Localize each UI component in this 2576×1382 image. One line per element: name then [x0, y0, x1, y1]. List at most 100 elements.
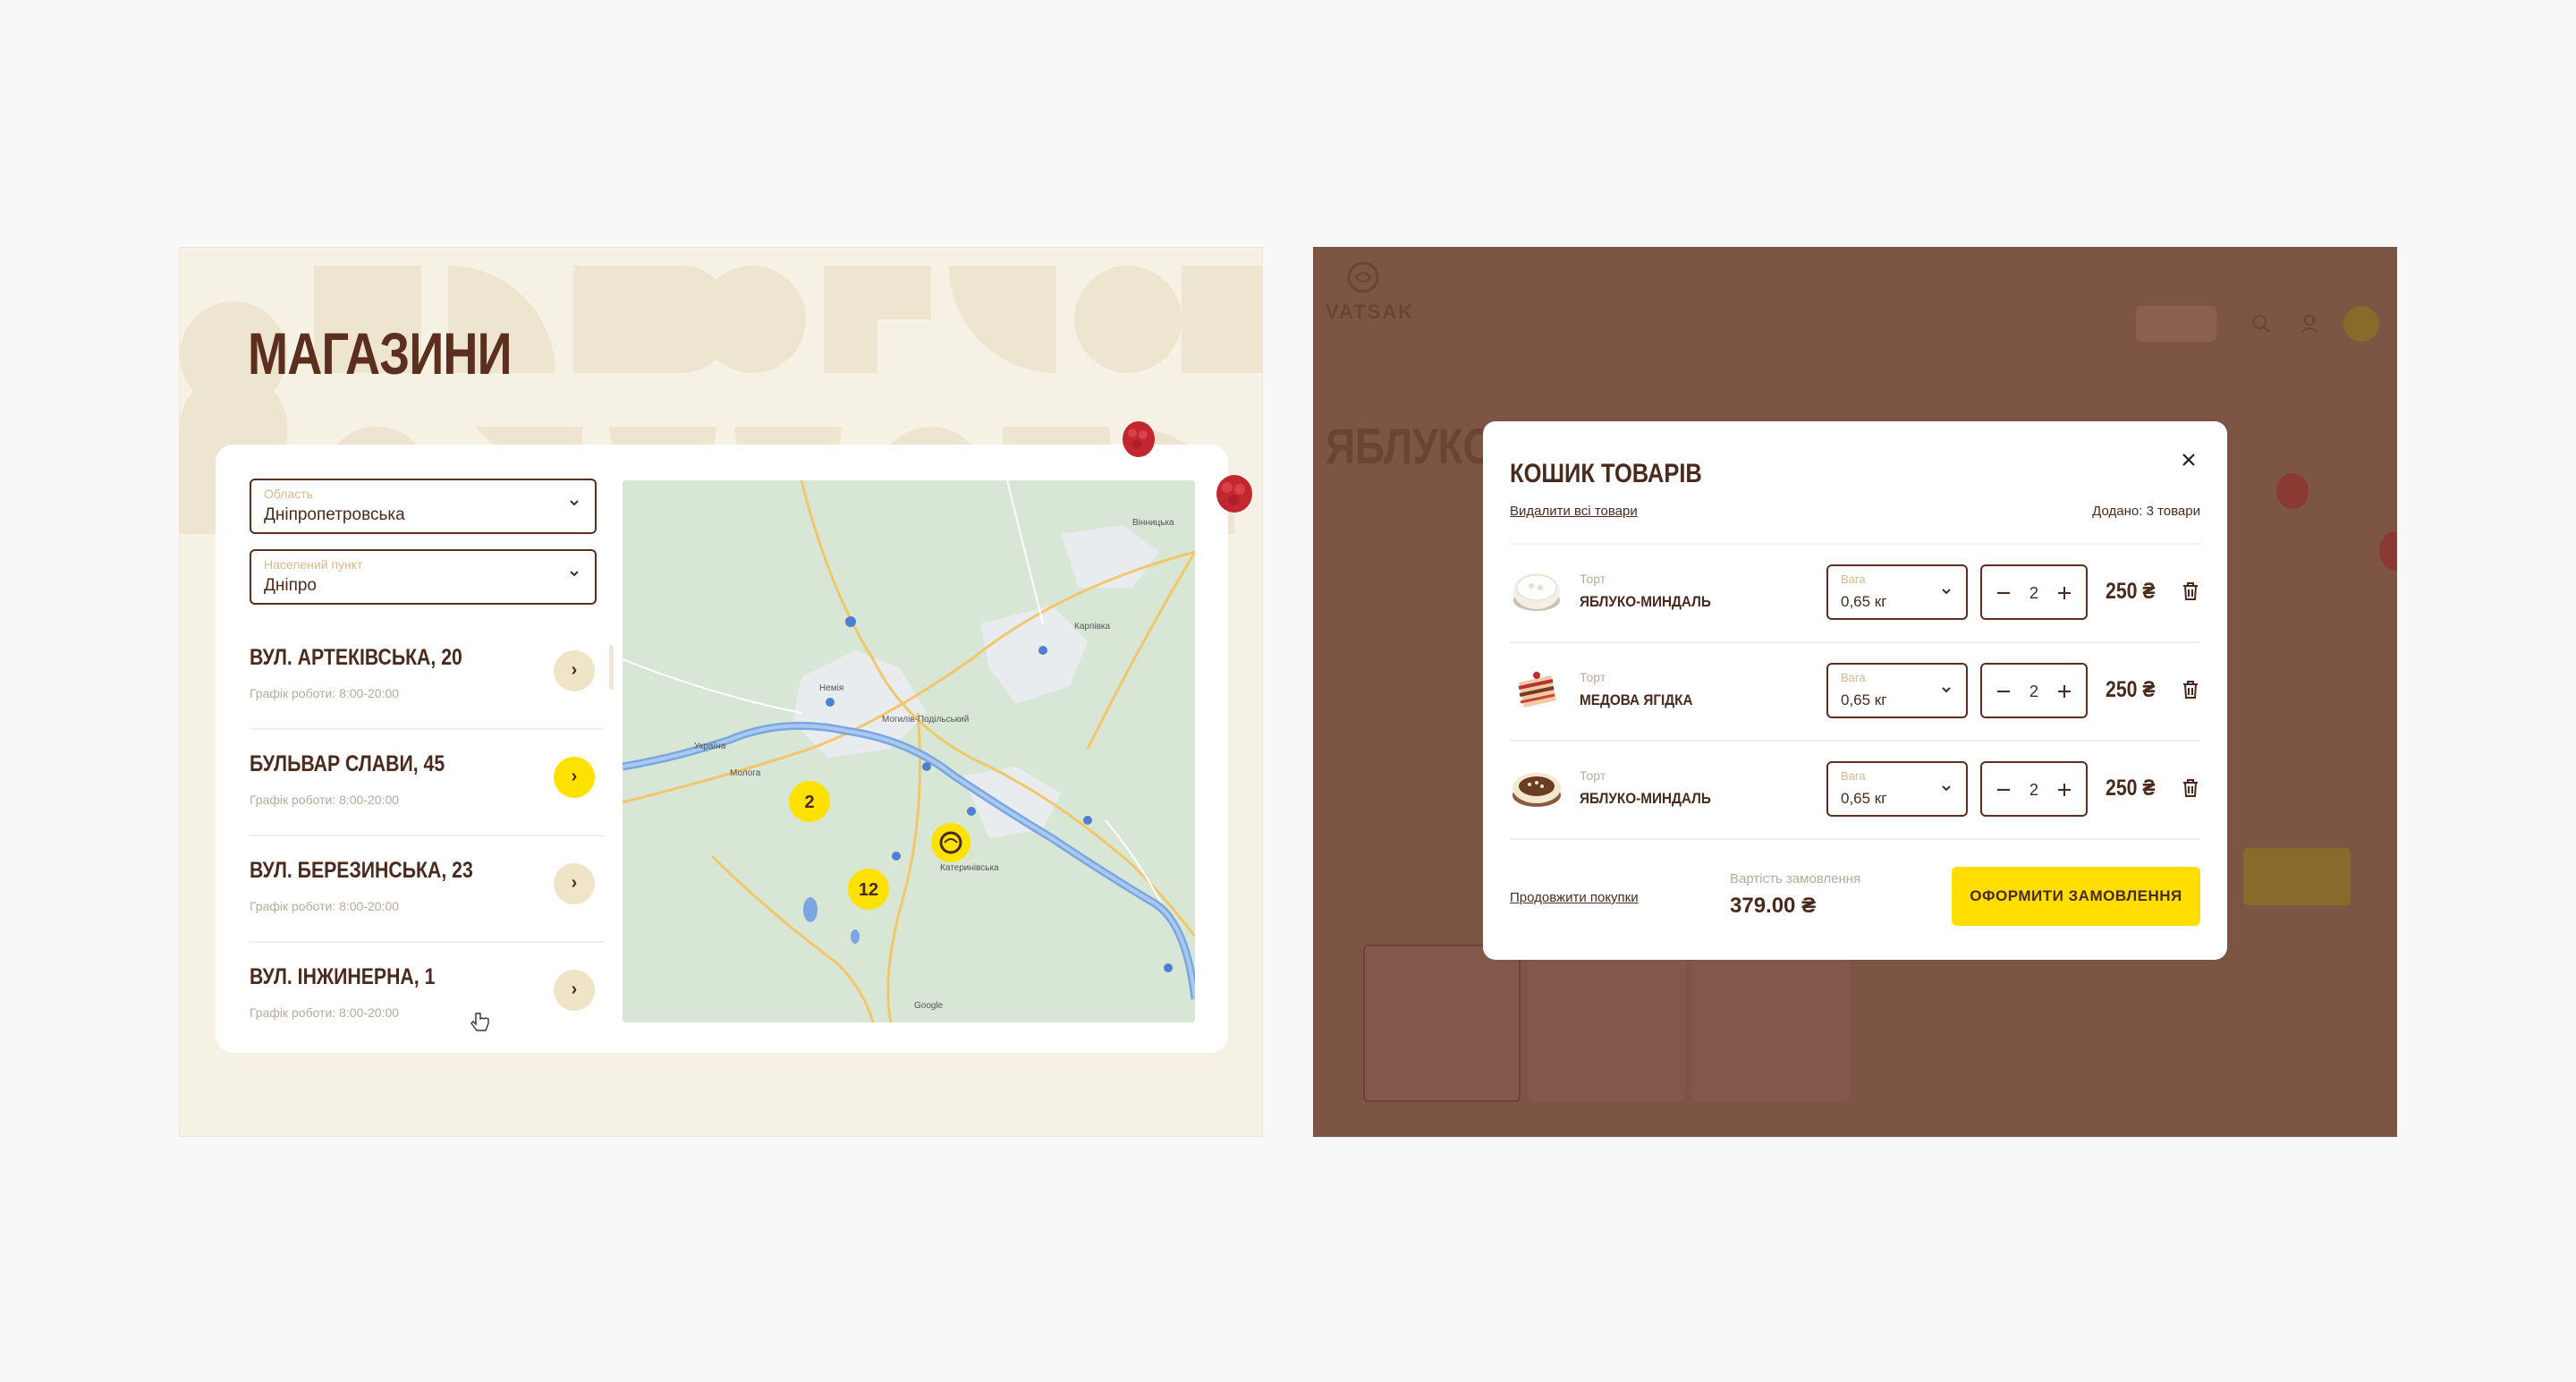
store-name: БУЛЬВАР СЛАВИ, 45 [250, 751, 445, 776]
dimmed-add-button [2243, 848, 2351, 905]
weight-label: Вага [1841, 572, 1866, 586]
plus-icon[interactable] [2055, 683, 2073, 700]
arrow-right-icon[interactable]: › [554, 650, 595, 691]
logo-icon [1347, 261, 1379, 293]
region-value: Дніпропетровська [264, 505, 405, 524]
cart-item: Торт ЯБЛУКО-МИНДАЛЬ Вага 0,65 кг 2 250 ₴ [1510, 740, 2200, 838]
raspberry-icon [2379, 531, 2397, 571]
store-hours: Графік роботи: 8:00-20:00 [250, 793, 400, 807]
weight-select[interactable]: Вага 0,65 кг [1826, 663, 1968, 718]
quantity-stepper: 2 [1980, 564, 2088, 620]
cake-type: Торт [1580, 572, 1606, 586]
close-icon[interactable] [2177, 448, 2200, 471]
total-label: Вартість замовлення [1730, 871, 1861, 886]
logo: VATSAK [1326, 301, 1415, 323]
cake-image [1518, 672, 1556, 708]
weight-label: Вага [1841, 769, 1866, 783]
cluster-count: 12 [859, 880, 878, 900]
total-value: 379.00 ₴ [1730, 894, 1817, 918]
store-list-scrollbar[interactable] [609, 645, 614, 690]
cart-item: Торт ЯБЛУКО-МИНДАЛЬ Вага 0,65 кг 2 250 ₴ [1510, 543, 2200, 641]
store-name: ВУЛ. ІНЖИНЕРНА, 1 [250, 964, 436, 989]
continue-shopping-link[interactable]: Продовжити покупки [1510, 890, 1639, 905]
item-price: 250 ₴ [2106, 776, 2156, 801]
cake-type: Торт [1580, 768, 1606, 783]
items-count: Додано: 3 товари [2092, 504, 2200, 519]
gallery-thumb [1528, 945, 1685, 1102]
search-icon [2252, 315, 2270, 333]
weight-value: 0,65 кг [1841, 691, 1887, 708]
cart-modal: КОШИК ТОВАРІВ Видалити всі товари Додано… [1483, 421, 2227, 960]
stores-panel: МАГАЗИНИ Область Дніпропетровська Населе… [179, 247, 1263, 1137]
weight-label: Вага [1841, 671, 1866, 684]
map-label: Україна [694, 742, 726, 751]
map-label: Катеринівська [940, 863, 999, 873]
quantity-stepper: 2 [1980, 761, 2088, 817]
stores-card: Область Дніпропетровська Населений пункт… [216, 445, 1228, 1053]
raspberry-icon [1216, 475, 1252, 513]
map-label: Вінницька [1132, 518, 1174, 528]
store-item[interactable]: ВУЛ. БЕРЕЗИНСЬКА, 23 Графік роботи: 8:00… [250, 836, 604, 943]
chevron-down-icon [1942, 589, 1951, 595]
city-value: Дніпро [264, 576, 318, 595]
city-select[interactable]: Населений пункт Дніпро [250, 549, 597, 605]
cart-item: Торт МЕДОВА ЯГІДКА Вага 0,65 кг 2 250 ₴ [1510, 641, 2200, 740]
raspberry-icon [2276, 473, 2309, 509]
trash-icon[interactable] [2181, 777, 2200, 799]
dimmed-button [2136, 306, 2216, 342]
trash-icon[interactable] [2181, 679, 2200, 700]
map-cluster[interactable]: 12 [848, 869, 889, 910]
map-label: Карпівка [1074, 622, 1110, 632]
store-item[interactable]: ВУЛ. АРТЕКІВСЬКА, 20 Графік роботи: 8:00… [250, 623, 604, 730]
store-item[interactable]: БУЛЬВАР СЛАВИ, 45 Графік роботи: 8:00-20… [250, 730, 604, 836]
cart-icon [2343, 306, 2379, 342]
cart-title: КОШИК ТОВАРІВ [1510, 459, 1702, 488]
item-price: 250 ₴ [2106, 677, 2156, 702]
map-pin-icon[interactable] [931, 823, 970, 862]
plus-icon[interactable] [2055, 584, 2073, 602]
cake-name: ЯБЛУКО-МИНДАЛЬ [1580, 790, 1711, 807]
weight-select[interactable]: Вага 0,65 кг [1826, 564, 1968, 620]
remove-all-link[interactable]: Видалити всі товари [1510, 504, 1638, 519]
quantity-stepper: 2 [1980, 663, 2088, 718]
map-label: Могилів-Подільський [882, 715, 969, 725]
user-icon [2301, 315, 2318, 334]
weight-value: 0,65 кг [1841, 593, 1887, 610]
map-label: Google [914, 1001, 944, 1011]
cake-image [1513, 773, 1561, 807]
region-label: Область [264, 487, 313, 501]
arrow-right-icon[interactable]: › [554, 757, 595, 798]
chevron-down-icon [570, 500, 579, 506]
store-list: ВУЛ. АРТЕКІВСЬКА, 20 Графік роботи: 8:00… [250, 623, 604, 1044]
store-name: ВУЛ. БЕРЕЗИНСЬКА, 23 [250, 858, 473, 883]
cake-name: ЯБЛУКО-МИНДАЛЬ [1580, 593, 1711, 610]
region-select[interactable]: Область Дніпропетровська [250, 479, 597, 534]
city-label: Населений пункт [264, 557, 363, 572]
arrow-right-icon[interactable]: › [554, 863, 595, 904]
hand-cursor-icon [470, 1013, 489, 1031]
map-label: Немія [819, 683, 843, 693]
store-map[interactable]: Україна Молога Могилів-Подільський Немія… [623, 480, 1195, 1022]
cluster-count: 2 [804, 793, 814, 812]
chevron-down-icon [1942, 785, 1951, 792]
chevron-down-icon [570, 571, 579, 577]
arrow-right-icon[interactable]: › [554, 970, 595, 1011]
weight-select[interactable]: Вага 0,65 кг [1826, 761, 1968, 817]
store-hours: Графік роботи: 8:00-20:00 [250, 899, 400, 913]
weight-value: 0,65 кг [1841, 790, 1887, 807]
store-hours: Графік роботи: 8:00-20:00 [250, 686, 400, 700]
raspberry-icon [1123, 421, 1155, 457]
store-hours: Графік роботи: 8:00-20:00 [250, 1005, 400, 1020]
store-item[interactable]: ВУЛ. ІНЖИНЕРНА, 1 Графік роботи: 8:00-20… [250, 943, 604, 1049]
checkout-button[interactable]: ОФОРМИТИ ЗАМОВЛЕННЯ [1952, 867, 2200, 926]
store-name: ВУЛ. АРТЕКІВСЬКА, 20 [250, 645, 462, 670]
cake-image [1513, 573, 1560, 611]
divider [1510, 838, 2200, 840]
cake-type: Торт [1580, 670, 1606, 684]
gallery-thumb [1363, 945, 1521, 1102]
map-cluster[interactable]: 2 [789, 781, 830, 822]
trash-icon[interactable] [2181, 581, 2200, 602]
item-price: 250 ₴ [2106, 579, 2156, 604]
chevron-down-icon [1942, 687, 1951, 693]
plus-icon[interactable] [2055, 781, 2073, 799]
